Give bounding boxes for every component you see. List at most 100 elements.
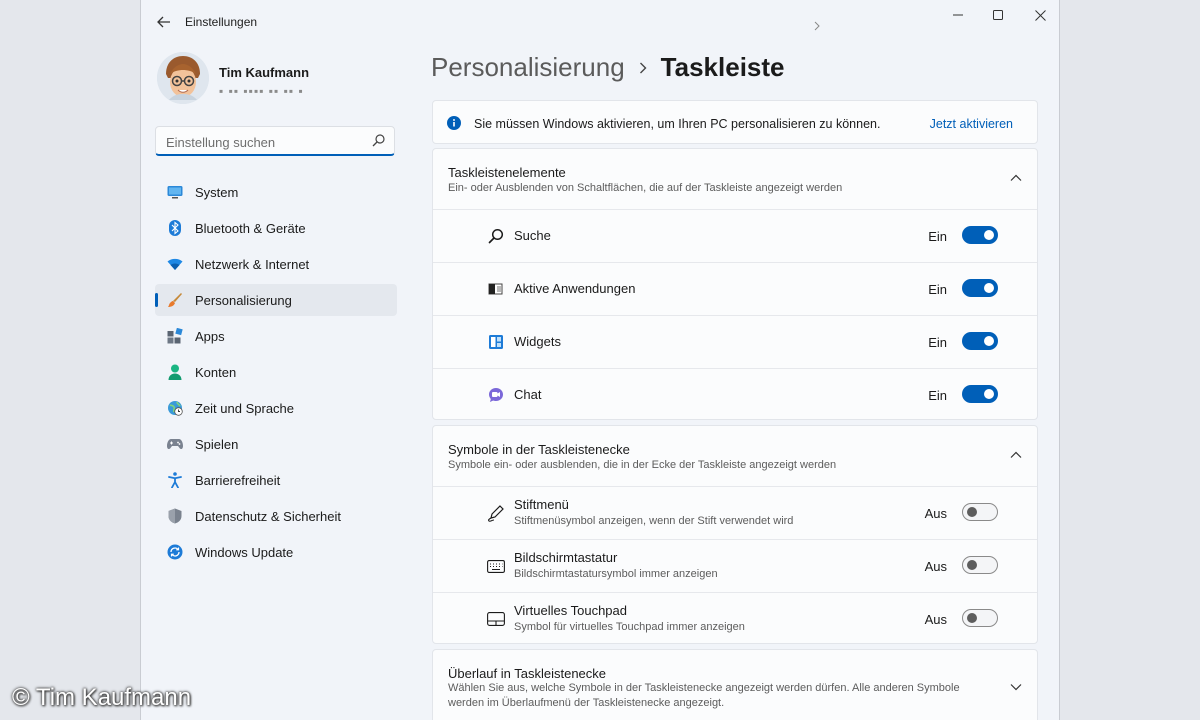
gamepad-icon xyxy=(167,436,183,452)
maximize-icon xyxy=(993,10,1003,20)
arrow-left-icon xyxy=(157,16,170,28)
globe-clock-icon xyxy=(167,400,183,416)
section-header[interactable]: Taskleistenelemente Ein- oder Ausblenden… xyxy=(433,149,1037,210)
mouse-cursor-icon xyxy=(813,18,821,36)
accessibility-icon xyxy=(167,472,183,488)
section-title: Taskleistenelemente xyxy=(448,165,566,180)
setting-row-widgets: Widgets Ein xyxy=(433,316,1037,369)
setting-label: Aktive Anwendungen xyxy=(514,281,636,296)
monitor-icon xyxy=(167,184,183,200)
breadcrumb-parent[interactable]: Personalisierung xyxy=(431,52,625,83)
setting-label: Chat xyxy=(514,387,542,402)
sidebar-item-label: Bluetooth & Geräte xyxy=(195,220,306,236)
update-icon xyxy=(167,544,183,560)
sidebar-nav: System Bluetooth & Geräte Netzwerk & Int… xyxy=(155,176,397,572)
title-bar: Einstellungen xyxy=(141,0,1059,44)
sidebar-item-network[interactable]: Netzwerk & Internet xyxy=(155,248,397,280)
sidebar-item-system[interactable]: System xyxy=(155,176,397,208)
app-title: Einstellungen xyxy=(185,15,258,29)
toggle-state: Aus xyxy=(924,612,947,627)
sidebar-item-personalization[interactable]: Personalisierung xyxy=(155,284,397,316)
sidebar-item-windows-update[interactable]: Windows Update xyxy=(155,536,397,568)
sidebar-item-label: Personalisierung xyxy=(195,292,292,308)
setting-row-virtual-touchpad: Virtuelles Touchpad Symbol für virtuelle… xyxy=(433,593,1037,645)
sidebar-item-accounts[interactable]: Konten xyxy=(155,356,397,388)
keyboard-icon xyxy=(487,558,505,574)
toggle-state: Aus xyxy=(924,506,947,521)
activation-banner: Sie müssen Windows aktivieren, um Ihren … xyxy=(432,100,1038,144)
minimize-icon xyxy=(953,14,963,16)
overflow-section[interactable]: Überlauf in Taskleistenecke Wählen Sie a… xyxy=(432,649,1038,720)
activate-link[interactable]: Jetzt aktivieren xyxy=(930,117,1013,131)
settings-window: Einstellungen Tim Kaufmann ▪ ▪▪ ▪▪▪▪ ▪▪ … xyxy=(140,0,1060,720)
close-button[interactable] xyxy=(1020,4,1059,26)
toggle-state: Ein xyxy=(928,335,947,350)
chevron-down-icon[interactable] xyxy=(1009,680,1023,694)
widgets-toggle[interactable] xyxy=(962,332,998,350)
sidebar-item-label: Windows Update xyxy=(195,544,294,560)
chevron-up-icon[interactable] xyxy=(1009,448,1023,462)
search-icon[interactable] xyxy=(372,134,385,147)
bluetooth-icon xyxy=(167,220,183,236)
section-title: Überlauf in Taskleistenecke xyxy=(448,666,607,681)
avatar xyxy=(157,52,209,104)
setting-row-search: Suche Ein xyxy=(433,210,1037,263)
user-name: Tim Kaufmann xyxy=(219,65,310,80)
sidebar-item-gaming[interactable]: Spielen xyxy=(155,428,397,460)
copyright-watermark: © Tim Kaufmann xyxy=(12,684,192,711)
user-email-redacted: ▪ ▪▪ ▪▪▪▪ ▪▪ ▪▪ ▪ xyxy=(219,84,304,98)
corner-icons-section: Symbole in der Taskleistenecke Symbole e… xyxy=(432,425,1038,644)
sidebar-item-privacy[interactable]: Datenschutz & Sicherheit xyxy=(155,500,397,532)
chat-icon xyxy=(487,387,505,403)
section-subtitle: Wählen Sie aus, welche Symbole in der Ta… xyxy=(448,682,960,709)
person-icon xyxy=(167,364,183,380)
sidebar-item-label: Zeit und Sprache xyxy=(195,400,295,416)
sidebar-item-label: Barrierefreiheit xyxy=(195,472,281,488)
toggle-state: Ein xyxy=(928,388,947,403)
banner-message: Sie müssen Windows aktivieren, um Ihren … xyxy=(474,117,881,131)
back-button[interactable] xyxy=(153,11,175,33)
chevron-up-icon[interactable] xyxy=(1009,171,1023,185)
setting-description: Bildschirmtastatursymbol immer anzeigen xyxy=(514,568,718,580)
taskbar-items-section: Taskleistenelemente Ein- oder Ausblenden… xyxy=(432,148,1038,420)
touch-keyboard-toggle[interactable] xyxy=(962,556,998,574)
maximize-button[interactable] xyxy=(978,4,1018,26)
setting-label: Widgets xyxy=(514,334,561,349)
settings-search[interactable] xyxy=(155,126,395,156)
sidebar-item-label: Apps xyxy=(195,328,225,344)
sidebar-item-label: Spielen xyxy=(195,436,239,452)
shield-icon xyxy=(167,508,183,524)
setting-label: Virtuelles Touchpad xyxy=(514,603,627,618)
toggle-state: Ein xyxy=(928,229,947,244)
virtual-touchpad-toggle[interactable] xyxy=(962,609,998,627)
setting-row-task-view: Aktive Anwendungen Ein xyxy=(433,263,1037,316)
minimize-button[interactable] xyxy=(938,4,978,26)
chevron-right-icon xyxy=(639,62,647,74)
breadcrumb: Personalisierung Taskleiste xyxy=(431,52,785,83)
setting-description: Stiftmenüsymbol anzeigen, wenn der Stift… xyxy=(514,515,794,527)
brush-icon xyxy=(167,292,183,308)
section-subtitle: Ein- oder Ausblenden von Schaltflächen, … xyxy=(448,182,843,194)
section-title: Symbole in der Taskleistenecke xyxy=(448,442,630,457)
close-icon xyxy=(1034,9,1046,21)
sidebar-item-apps[interactable]: Apps xyxy=(155,320,397,352)
pen-icon xyxy=(487,505,505,522)
section-header[interactable]: Symbole in der Taskleistenecke Symbole e… xyxy=(433,426,1037,487)
sidebar-item-label: Netzwerk & Internet xyxy=(195,256,310,272)
setting-label: Stiftmenü xyxy=(514,497,569,512)
search-icon xyxy=(487,228,505,244)
section-subtitle: Symbole ein- oder ausblenden, die in der… xyxy=(448,459,837,471)
search-toggle[interactable] xyxy=(962,226,998,244)
search-input[interactable] xyxy=(164,132,368,152)
task-view-toggle[interactable] xyxy=(962,279,998,297)
sidebar-item-bluetooth[interactable]: Bluetooth & Geräte xyxy=(155,212,397,244)
setting-description: Symbol für virtuelles Touchpad immer anz… xyxy=(514,621,745,633)
sidebar-item-accessibility[interactable]: Barrierefreiheit xyxy=(155,464,397,496)
widgets-icon xyxy=(487,334,505,350)
page-title: Taskleiste xyxy=(660,52,785,82)
setting-row-pen-menu: Stiftmenü Stiftmenüsymbol anzeigen, wenn… xyxy=(433,487,1037,540)
apps-icon xyxy=(167,328,183,344)
sidebar-item-time-language[interactable]: Zeit und Sprache xyxy=(155,392,397,424)
pen-menu-toggle[interactable] xyxy=(962,503,998,521)
chat-toggle[interactable] xyxy=(962,385,998,403)
